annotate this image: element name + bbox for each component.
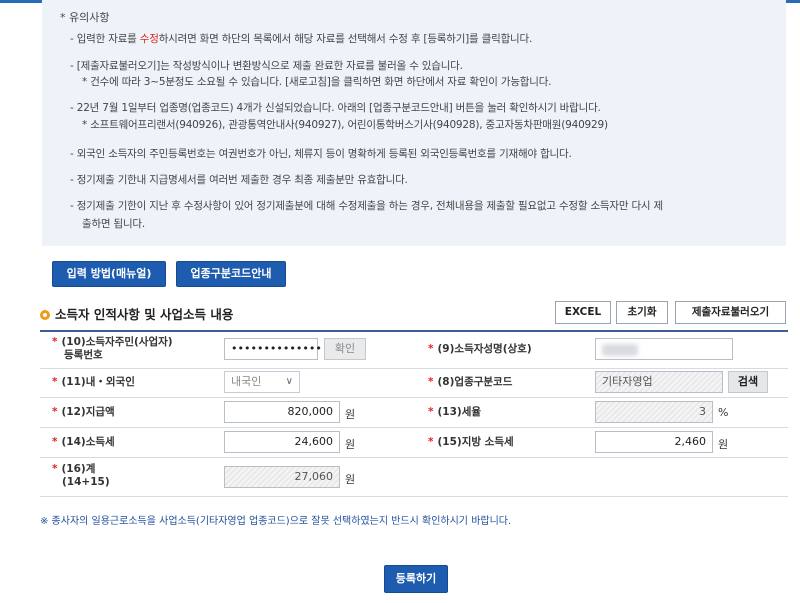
- f10-label: * (10)소득자주민(사업자) 등록번호: [52, 336, 173, 361]
- notice-line-edit: - 입력한 자료를 수정하시려면 화면 하단의 목록에서 해당 자료를 선택해서…: [70, 33, 533, 45]
- excel-button[interactable]: EXCEL: [555, 301, 611, 324]
- unit-won: 원: [718, 438, 729, 451]
- nationality-select[interactable]: 내국인 ∨: [224, 371, 300, 393]
- tax-rate-field: 3: [595, 401, 713, 423]
- bullet-icon: [40, 310, 50, 320]
- notice-line: 출하면 됩니다.: [82, 218, 146, 230]
- name-input[interactable]: [595, 338, 733, 360]
- chevron-down-icon: ∨: [285, 376, 293, 387]
- search-button[interactable]: 검색: [728, 371, 768, 393]
- row-divider: [40, 457, 788, 458]
- reset-button[interactable]: 초기화: [616, 301, 668, 324]
- row-divider: [40, 427, 788, 428]
- row-divider: [40, 496, 788, 497]
- unit-won: 원: [345, 438, 356, 451]
- f8-label: * (8)업종구분코드: [428, 376, 513, 388]
- form-table: [40, 330, 788, 332]
- unit-percent: %: [718, 406, 729, 419]
- notice-line: - 정기제출 기한내 지급명세서를 여러번 제출한 경우 최종 제출분만 유효합…: [70, 174, 408, 186]
- register-button[interactable]: 등록하기: [384, 565, 448, 593]
- notice-line: - [제출자료불러오기]는 작성방식이나 변환방식으로 제출 완료한 자료를 불…: [70, 60, 463, 72]
- warning-footnote: ※ 종사자의 일용근로소득을 사업소득(기타자영업 업종코드)으로 잘못 선택하…: [40, 516, 512, 527]
- local-tax-input[interactable]: 2,460: [595, 431, 713, 453]
- f13-label: * (13)세율: [428, 406, 482, 418]
- f15-label: * (15)지방 소득세: [428, 436, 514, 448]
- total-field: 27,060: [224, 466, 340, 488]
- industry-code-field: 기타자영업: [595, 371, 723, 393]
- notice-line: - 외국인 소득자의 주민등록번호는 여권번호가 아닌, 체류지 등이 명확하게…: [70, 148, 572, 160]
- row-divider: [40, 397, 788, 398]
- f9-label: * (9)소득자성명(상호): [428, 343, 532, 355]
- manual-button[interactable]: 입력 방법(매뉴얼): [52, 261, 166, 287]
- notice-line: * 건수에 따라 3~5분정도 소요될 수 있습니다. [새로고침]을 클릭하면…: [82, 76, 552, 88]
- notice-title: * 유의사항: [60, 11, 110, 24]
- f16-label: * (16)계 (14+15): [52, 463, 110, 488]
- section-title: 소득자 인적사항 및 사업소득 내용: [40, 304, 233, 323]
- notice-line: - 22년 7월 1일부터 업종명(업종코드) 4개가 신설되었습니다. 아래의…: [70, 102, 601, 114]
- notice-line: - 정기제출 기한이 지난 후 수정사항이 있어 정기제출분에 대해 수정제출을…: [70, 200, 663, 212]
- f11-label: * (11)내・외국인: [52, 376, 135, 388]
- unit-won: 원: [345, 473, 356, 486]
- income-tax-input[interactable]: 24,600: [224, 431, 340, 453]
- f12-label: * (12)지급액: [52, 406, 115, 418]
- f14-label: * (14)소득세: [52, 436, 115, 448]
- industry-guide-button[interactable]: 업종구분코드안내: [176, 261, 286, 287]
- payment-amount-input[interactable]: 820,000: [224, 401, 340, 423]
- row-divider: [40, 368, 788, 369]
- resident-number-input[interactable]: ••••••••••••••: [224, 338, 322, 360]
- notice-line: * 소프트웨어프리랜서(940926), 관광통역안내사(940927), 어린…: [82, 119, 608, 131]
- load-submitted-button[interactable]: 제출자료불러오기: [675, 301, 786, 324]
- redacted-name: [602, 344, 638, 356]
- confirm-button[interactable]: 확인: [324, 338, 366, 360]
- unit-won: 원: [345, 408, 356, 421]
